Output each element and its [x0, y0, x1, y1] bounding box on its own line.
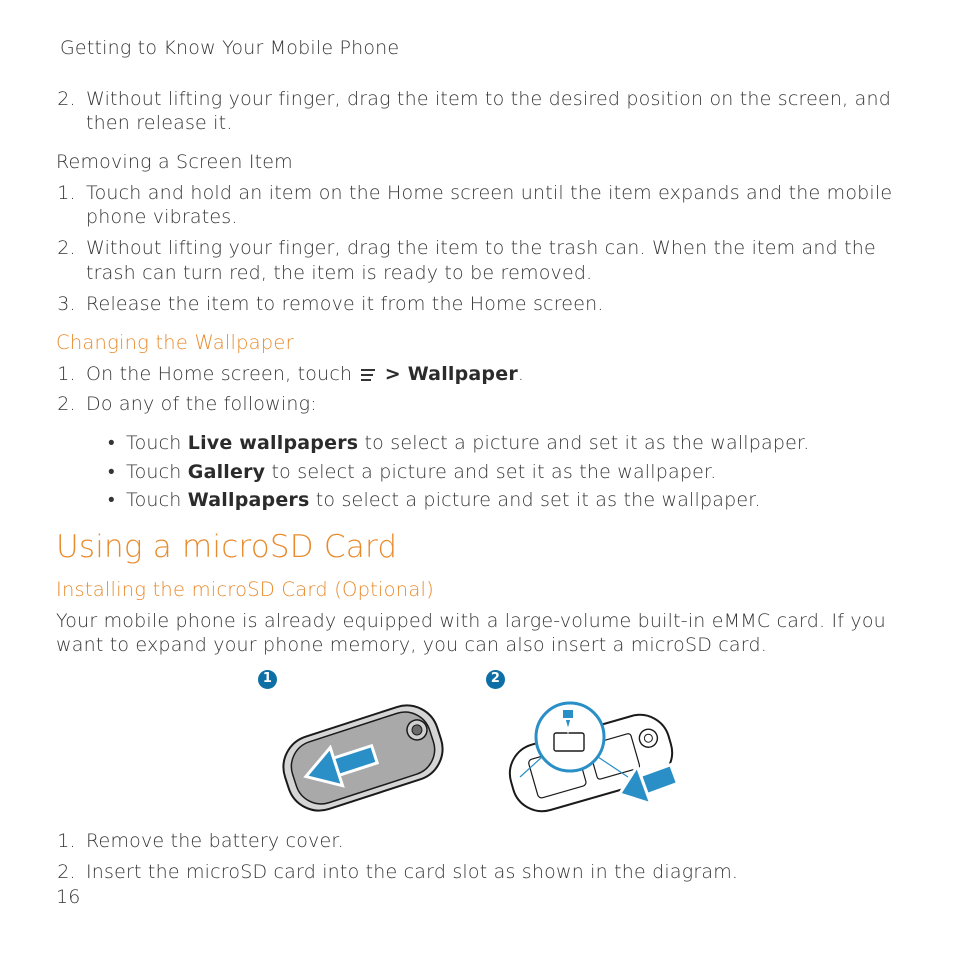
wallpaper-option-wallpapers-post: to select a picture and set it as the wa… [310, 489, 761, 511]
wallpaper-step-2: Do any of the following: [82, 392, 898, 417]
wallpaper-step-1-bold: Wallpaper [408, 363, 518, 385]
microsd-figure-row: 1 2 [56, 670, 898, 823]
figure-1: 1 [258, 670, 468, 823]
figure-badge-1: 1 [258, 670, 277, 689]
wallpaper-step-1: On the Home screen, touch > Wallpaper. [82, 362, 898, 387]
installing-microsd-paragraph: Your mobile phone is already equipped wi… [56, 609, 898, 658]
wallpaper-option-gallery-post: to select a picture and set it as the wa… [265, 461, 716, 483]
wallpaper-option-gallery-pre: Touch [126, 461, 188, 483]
page-title: Getting to Know Your Mobile Phone [60, 36, 898, 61]
installing-steps-list: Remove the battery cover. Insert the mic… [56, 829, 898, 884]
figure-badge-2: 2 [486, 670, 505, 689]
wallpaper-steps-list: On the Home screen, touch > Wallpaper. D… [56, 362, 898, 417]
move-item-step-2: Without lifting your finger, drag the it… [82, 87, 898, 136]
wallpaper-option-gallery: Touch Gallery to select a picture and se… [112, 460, 898, 485]
wallpaper-option-live-bold: Live wallpapers [188, 432, 359, 454]
page-number: 16 [56, 885, 81, 910]
figure-2: 2 [486, 670, 696, 823]
figure-1-svg [258, 693, 468, 823]
wallpaper-step-1-post: . [518, 363, 524, 385]
removing-step-1: Touch and hold an item on the Home scree… [82, 181, 898, 230]
installing-step-2: Insert the microSD card into the card sl… [82, 860, 898, 885]
wallpaper-option-wallpapers-bold: Wallpapers [188, 489, 310, 511]
removing-steps-list: Touch and hold an item on the Home scree… [56, 181, 898, 316]
wallpaper-option-wallpapers: Touch Wallpapers to select a picture and… [112, 488, 898, 513]
installing-step-1: Remove the battery cover. [82, 829, 898, 854]
wallpaper-option-gallery-bold: Gallery [188, 461, 265, 483]
wallpaper-option-wallpapers-pre: Touch [126, 489, 188, 511]
wallpaper-options-list: Touch Live wallpapers to select a pictur… [56, 431, 898, 513]
move-item-steps: Without lifting your finger, drag the it… [56, 87, 898, 136]
wallpaper-option-live-pre: Touch [126, 432, 188, 454]
installing-microsd-heading: Installing the microSD Card (Optional) [56, 577, 898, 602]
figure-2-svg [486, 693, 696, 823]
menu-icon [361, 369, 375, 381]
removing-step-3: Release the item to remove it from the H… [82, 292, 898, 317]
removing-step-2: Without lifting your finger, drag the it… [82, 236, 898, 285]
wallpaper-option-live: Touch Live wallpapers to select a pictur… [112, 431, 898, 456]
wallpaper-step-1-chevron: > [385, 363, 408, 385]
wallpaper-option-live-post: to select a picture and set it as the wa… [358, 432, 809, 454]
wallpaper-step-1-pre: On the Home screen, touch [86, 363, 359, 385]
changing-wallpaper-heading: Changing the Wallpaper [56, 330, 898, 355]
using-microsd-heading: Using a microSD Card [56, 527, 898, 567]
removing-screen-item-heading: Removing a Screen Item [56, 150, 898, 175]
